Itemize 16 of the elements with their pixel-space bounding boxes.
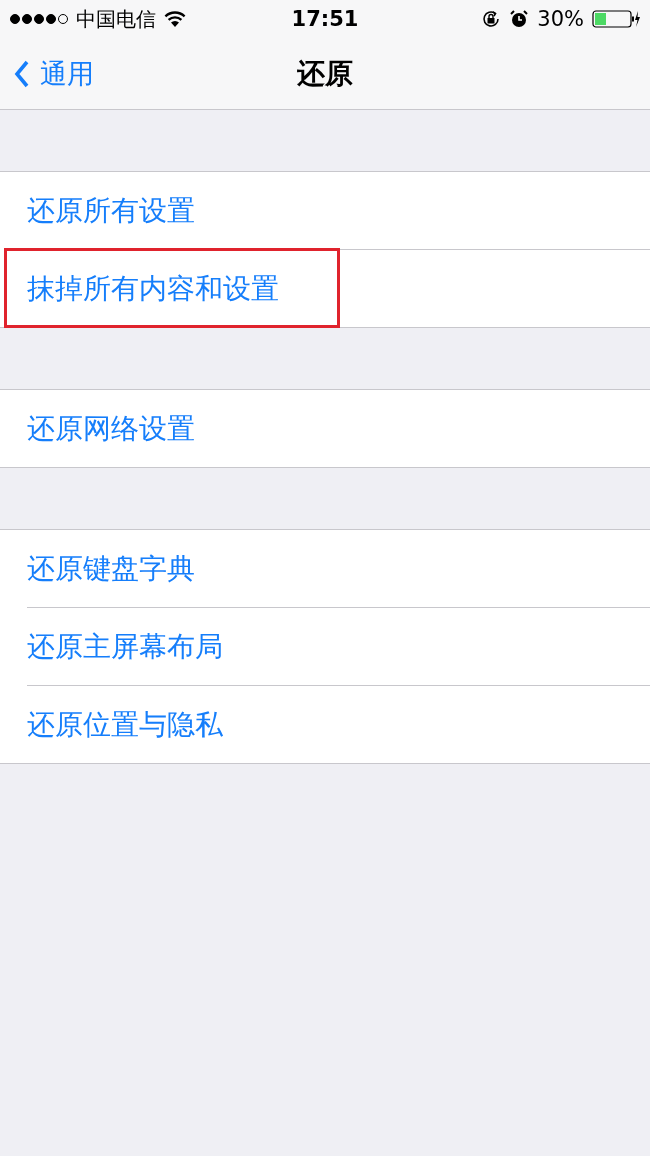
rotation-lock-icon [481,9,502,29]
carrier-name: 中国电信 [76,5,156,33]
wifi-icon [164,11,186,27]
battery-icon [592,9,640,29]
back-chevron-icon [14,59,30,88]
settings-option[interactable]: 还原主屏幕布局 [27,627,223,666]
settings-option[interactable]: 还原所有设置 [27,191,195,230]
page-title: 还原 [297,55,353,92]
settings-option[interactable]: 还原网络设置 [27,409,195,448]
battery-percentage: 30% [537,7,584,31]
back-button[interactable]: 通用 [14,55,94,92]
clock-time: 17:51 [291,7,359,31]
settings-option[interactable]: 还原键盘字典 [27,549,195,588]
alarm-icon [509,9,530,29]
settings-option[interactable]: 抹掉所有内容和设置 [27,269,279,308]
settings-option[interactable]: 还原位置与隐私 [27,705,223,744]
